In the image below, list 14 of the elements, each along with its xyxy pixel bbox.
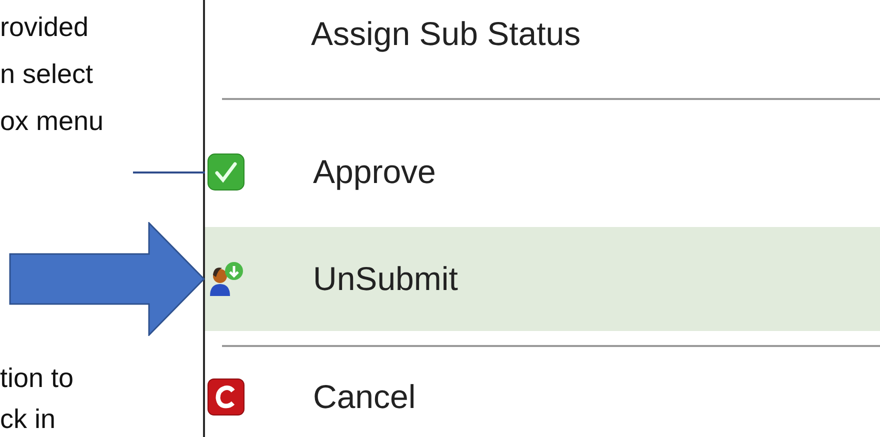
annotation-text: ck in <box>0 404 57 435</box>
annotation-text: rovided <box>0 12 90 43</box>
menu-title: Assign Sub Status <box>310 14 581 54</box>
menu-item[interactable]: UnSubmit <box>205 227 880 331</box>
leader-line <box>133 171 205 174</box>
checkmark-icon <box>207 153 245 191</box>
annotation-text: tion to <box>0 363 74 394</box>
arrow-icon <box>9 222 205 336</box>
annotation-text: n select <box>0 59 94 90</box>
cancel-icon <box>207 378 245 416</box>
menu-item[interactable]: Cancel <box>205 363 880 431</box>
annotation-text: ox menu <box>0 106 105 137</box>
menu-item[interactable]: Approve <box>205 120 880 224</box>
user-download-icon <box>207 260 245 298</box>
